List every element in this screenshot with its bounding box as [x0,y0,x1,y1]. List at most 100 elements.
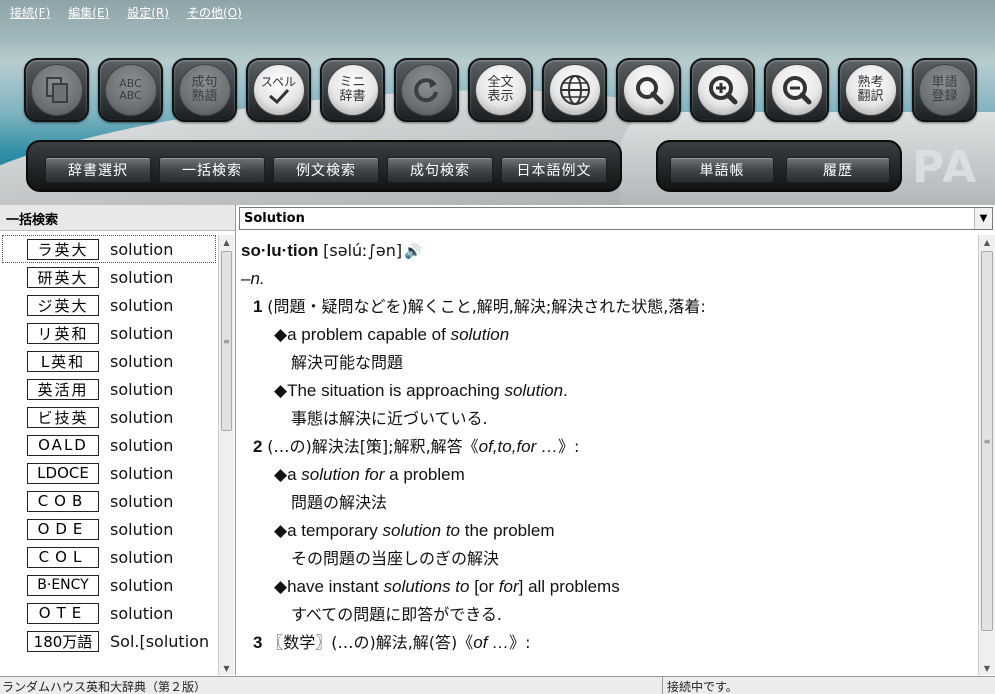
copy-button[interactable] [24,58,89,122]
result-row[interactable]: L英和 solution [0,347,218,375]
dictionary-badge: 180万語 [27,630,99,652]
chevron-down-icon[interactable]: ▼ [974,208,992,229]
menu-settings[interactable]: 設定(R) [127,4,169,26]
result-row[interactable]: 180万語 Sol.[solution [0,627,218,655]
mini-dictionary-button[interactable]: ミニ 辞書 [320,58,385,122]
dictionary-badge: COB [27,490,99,512]
scroll-down-arrow-icon[interactable]: ▼ [979,661,995,675]
result-word: solution [110,547,174,567]
refresh-icon [400,64,453,116]
icon-toolbar: ABC ABC 成句 熟語 スペル ミニ 辞書 全文 表示 熟考 翻訳 単語 登… [24,58,977,122]
example-text: ◆The situation is approaching [274,381,505,400]
pronunciation: [səlúː∫ən] [323,241,403,260]
example-keyword: solutions to [383,577,470,596]
scroll-down-arrow-icon[interactable]: ▼ [219,661,234,675]
result-row[interactable]: OTE solution [0,599,218,627]
dictionary-badge: OALD [27,434,99,456]
full-text-button[interactable]: 全文 表示 [468,58,533,122]
tab-dictionary-select[interactable]: 辞書選択 [45,157,151,183]
spell-check-button[interactable]: スペル [246,58,311,122]
sense-2: 2 (…の)解決法[策];解釈,解答《of,to,for …》: [241,433,977,461]
sense-keyword: of,to,for … [478,437,559,456]
example-text: ◆a [274,465,302,484]
menu-connect[interactable]: 接続(F) [10,4,50,26]
result-word: solution [110,519,174,539]
result-pane: 一括検索 ラ英大 solution 研英大 solution ジ英大 solut… [0,205,236,675]
dictionary-badge: ビ技英 [27,406,99,428]
tab-phrase-search[interactable]: 成句検索 [387,157,493,183]
example-ja: 解決可能な問題 [291,353,404,372]
menu-edit[interactable]: 編集(E) [68,4,109,26]
tab-example-search[interactable]: 例文検索 [273,157,379,183]
tab-japanese-example[interactable]: 日本語例文 [501,157,607,183]
word-register-icon: 単語 登録 [918,64,971,116]
result-word: solution [110,407,174,427]
example-text: the problem [460,521,555,540]
result-word: Sol.[solution [110,631,210,651]
zoom-out-button[interactable] [764,58,829,122]
result-word: solution [110,239,174,259]
scroll-thumb[interactable]: ≡ [221,251,232,431]
status-dictionary-name: ランダムハウス英和大辞典（第２版） [2,680,207,694]
scroll-up-arrow-icon[interactable]: ▲ [979,235,995,249]
result-row[interactable]: 研英大 solution [0,263,218,291]
mini-dictionary-icon: ミニ 辞書 [326,64,379,116]
header-area: 接続(F) 編集(E) 設定(R) その他(O) ABC ABC 成句 熟語 ス… [0,0,995,205]
result-row[interactable]: B·ENCY solution [0,571,218,599]
tab-history[interactable]: 履歴 [786,157,890,183]
abc-compare-button[interactable]: ABC ABC [98,58,163,122]
word-register-button[interactable]: 単語 登録 [912,58,977,122]
dictionary-badge: 研英大 [27,266,99,288]
example-ja: その問題の当座しのぎの解決 [291,549,500,568]
example-en: ◆The situation is approaching solution. [241,377,977,405]
result-list: ラ英大 solution 研英大 solution ジ英大 solution リ… [0,235,218,669]
menu-bar: 接続(F) 編集(E) 設定(R) その他(O) [0,4,242,26]
dictionary-badge: ODE [27,518,99,540]
scroll-up-arrow-icon[interactable]: ▲ [219,235,234,249]
idiom-translation-button[interactable]: 熟考 翻訳 [838,58,903,122]
result-row[interactable]: COL solution [0,543,218,571]
sense-definition: (問題・疑問などを)解くこと,解明,解決;解決された状態,落着: [267,297,706,316]
status-connection: 接続中です。 [662,677,742,694]
tab-wordbook[interactable]: 単語帳 [670,157,774,183]
result-list-scrollbar[interactable]: ▲ ≡ ▼ [218,235,234,675]
phrase-button[interactable]: 成句 熟語 [172,58,237,122]
app-window: 接続(F) 編集(E) 設定(R) その他(O) ABC ABC 成句 熟語 ス… [0,0,995,694]
dictionary-badge: リ英和 [27,322,99,344]
result-row[interactable]: ODE solution [0,515,218,543]
speaker-icon[interactable]: 🔊 [404,243,421,259]
result-row[interactable]: リ英和 solution [0,319,218,347]
search-value: Solution [244,211,305,226]
result-row[interactable]: 英活用 solution [0,375,218,403]
result-row[interactable]: ジ英大 solution [0,291,218,319]
result-row[interactable]: LDOCE solution [0,459,218,487]
result-row[interactable]: COB solution [0,487,218,515]
search-mode-tabs: 辞書選択 一括検索 例文検索 成句検索 日本語例文 [26,140,622,192]
dictionary-badge: OTE [27,602,99,624]
search-button[interactable] [616,58,681,122]
tab-batch-search[interactable]: 一括検索 [159,157,265,183]
globe-icon [548,64,601,116]
dictionary-badge: B·ENCY [27,574,99,596]
menu-other[interactable]: その他(O) [187,4,242,26]
dictionary-badge: L英和 [27,350,99,372]
globe-button[interactable] [542,58,607,122]
zoom-in-button[interactable] [690,58,755,122]
result-word: solution [110,435,174,455]
status-bar: ランダムハウス英和大辞典（第２版） 接続中です。 [0,676,995,694]
result-row[interactable]: ビ技英 solution [0,403,218,431]
dictionary-badge: ラ英大 [27,238,99,260]
refresh-button[interactable] [394,58,459,122]
sense-definition: (…の)解決法[策];解釈,解答《 [267,437,479,456]
phrase-icon: 成句 熟語 [178,64,231,116]
search-input[interactable]: Solution ▼ [239,207,993,230]
result-row[interactable]: OALD solution [0,431,218,459]
sense-definition: 》: [558,437,580,456]
result-row[interactable]: ラ英大 solution [2,235,216,263]
zoom-in-icon [696,64,749,116]
scroll-thumb[interactable]: ≡ [981,251,993,631]
result-word: solution [110,295,174,315]
example-ja: すべての問題に即答ができる. [291,605,503,624]
entry-scrollbar[interactable]: ▲ ≡ ▼ [978,235,995,675]
dictionary-badge: ジ英大 [27,294,99,316]
